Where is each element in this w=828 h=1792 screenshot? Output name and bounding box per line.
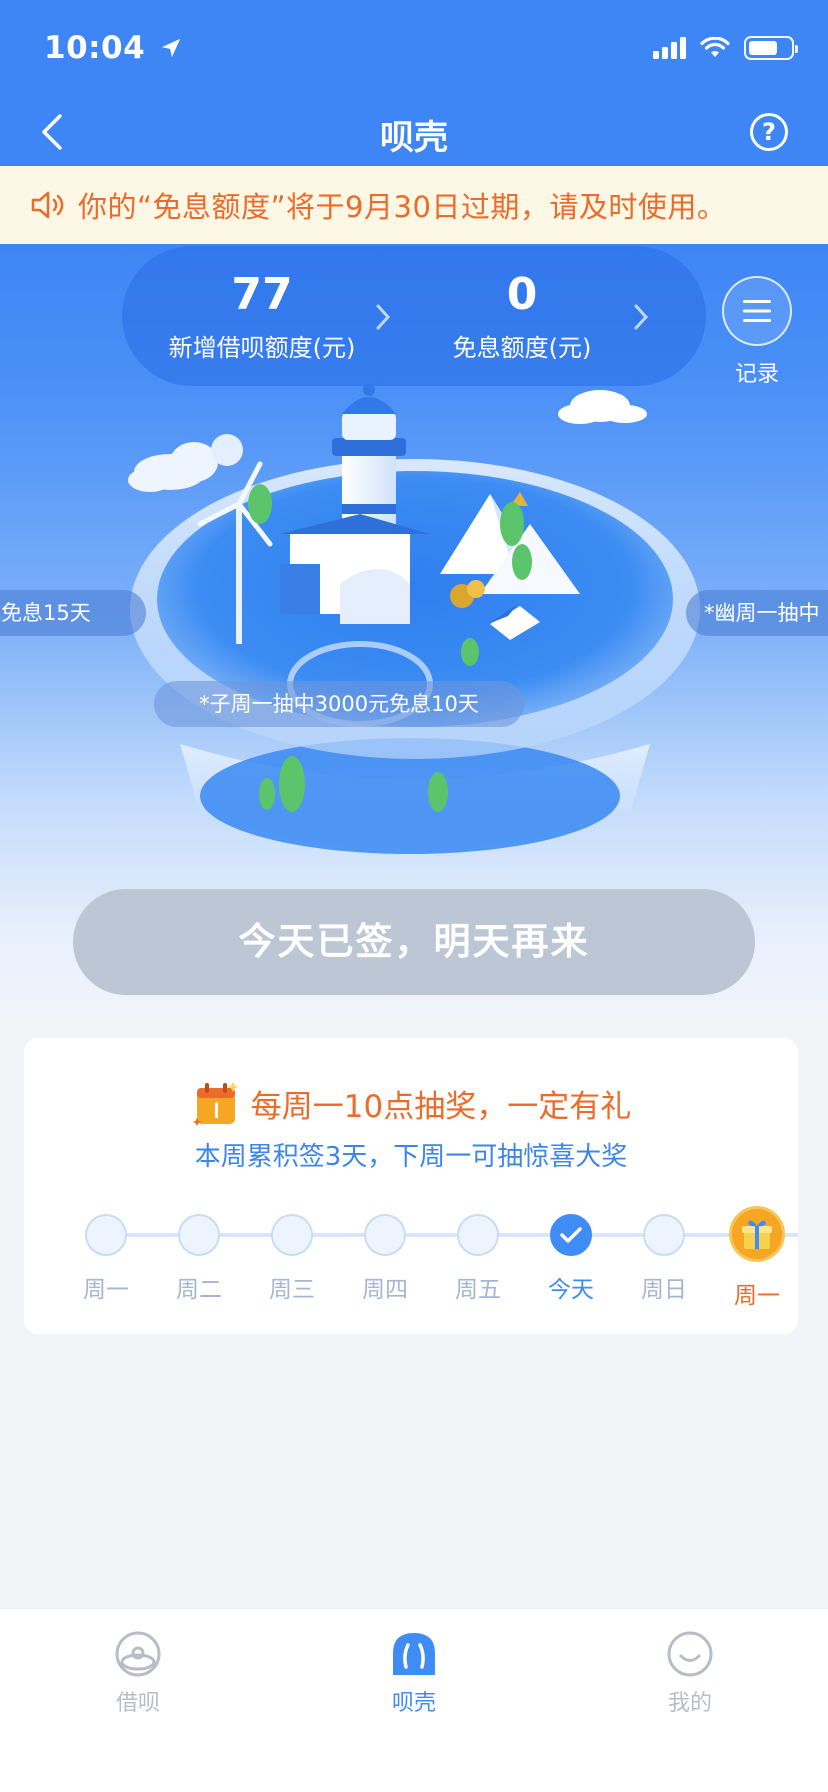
day-item: 周四 [349,1212,421,1304]
winner-ticker-middle: *子周一抽中3000元免息10天 [154,681,524,727]
list-menu-icon [743,300,771,322]
day-dot [364,1214,406,1256]
tab-jiebei[interactable]: 借呗 [78,1629,198,1717]
card-title-text: 每周一10点抽奖，一定有礼 [250,1088,632,1125]
interest-free-quota[interactable]: 0 免息额度(元) [422,270,622,363]
day-label: 周日 [641,1277,687,1303]
card-subtitle: 本周累积签3天，下周一可抽惊喜大奖 [194,1142,628,1172]
records-icon-wrap [722,276,792,346]
tab-label: 我的 [667,1691,712,1716]
new-credit-label: 新增借呗额度(元) [168,334,356,362]
tab-label: 呗壳 [391,1691,436,1716]
cloud-icon [128,442,218,492]
weekly-lottery-card: 每周一10点抽奖，一定有礼 本周累积签3天，下周一可抽惊喜大奖 周一 周二 周三… [24,1038,798,1334]
hero-section: 77 新增借呗额度(元) 0 免息额度(元) 记录 免息15天 *幽周一抽中 *… [0,244,828,1044]
page-title: 呗壳 [380,118,448,158]
lighthouse-island-illustration [128,384,700,854]
profile-smile-icon [667,1631,713,1677]
day-dot [178,1214,220,1256]
calendar-icon [192,1082,239,1126]
day-label: 周二 [176,1277,222,1303]
notice-text: 你的“免息额度”将于9月30日过期，请及时使用。 [78,190,727,224]
day-dot [271,1214,313,1256]
day-item: 周一 [70,1212,142,1304]
interest-free-amount: 0 [506,269,538,320]
day-dot [457,1214,499,1256]
winner-ticker-right: *幽周一抽中 [686,590,828,636]
day-item: 周五 [442,1212,514,1304]
status-bar-indicators [653,36,798,60]
weekly-signin-tracker: 周一 周二 周三 周四 周五 今天 周日 周一 [70,1206,798,1312]
beike-icon [393,1633,435,1675]
tab-mine[interactable]: 我的 [630,1629,750,1717]
app-header: 10:04 呗壳 ? [0,0,828,166]
day-label: 周五 [455,1277,501,1303]
wifi-icon [700,37,730,57]
expiry-notice-bar[interactable]: 你的“免息额度”将于9月30日过期，请及时使用。 [0,166,828,244]
speaker-icon [31,191,64,219]
winner-ticker-left: 元免息15天 [0,590,146,636]
quota-panel: 77 新增借呗额度(元) 0 免息额度(元) [122,246,706,386]
chevron-right-icon [634,304,649,330]
gift-box-icon [729,1206,785,1262]
day-dot [643,1214,685,1256]
day-label: 今天 [548,1277,594,1303]
day-item: 周二 [163,1212,235,1304]
day-label: 周四 [362,1277,408,1303]
bottom-tab-bar: 借呗 呗壳 我的 [0,1608,828,1792]
location-arrow-icon [162,38,181,58]
day-item: 周三 [256,1212,328,1304]
day-dot [85,1214,127,1256]
new-credit-quota[interactable]: 77 新增借呗额度(元) [162,270,362,363]
day-item-today: 今天 [535,1212,607,1304]
new-credit-amount: 77 [231,269,293,320]
cellular-signal-icon [653,37,686,59]
tab-label: 借呗 [115,1691,160,1716]
records-label: 记录 [734,362,779,387]
card-title: 每周一10点抽奖，一定有礼 [24,1078,798,1128]
day-label: 周一 [734,1283,780,1309]
day-item: 周日 [628,1212,700,1304]
status-bar-time: 10:04 [44,30,182,66]
records-button[interactable]: 记录 [722,276,792,388]
interest-free-label: 免息额度(元) [452,334,592,362]
chevron-right-icon [376,304,391,330]
day-label: 周三 [269,1277,315,1303]
signin-button[interactable]: 今天已签，明天再来 [73,889,755,995]
jiebei-icon [115,1631,161,1677]
tab-beike[interactable]: 呗壳 [354,1629,474,1717]
day-label: 周一 [83,1277,129,1303]
checkmark-icon [550,1214,592,1256]
day-item-lottery[interactable]: 周一 [721,1206,793,1310]
battery-icon [744,36,798,60]
help-button[interactable]: ? [750,113,788,151]
